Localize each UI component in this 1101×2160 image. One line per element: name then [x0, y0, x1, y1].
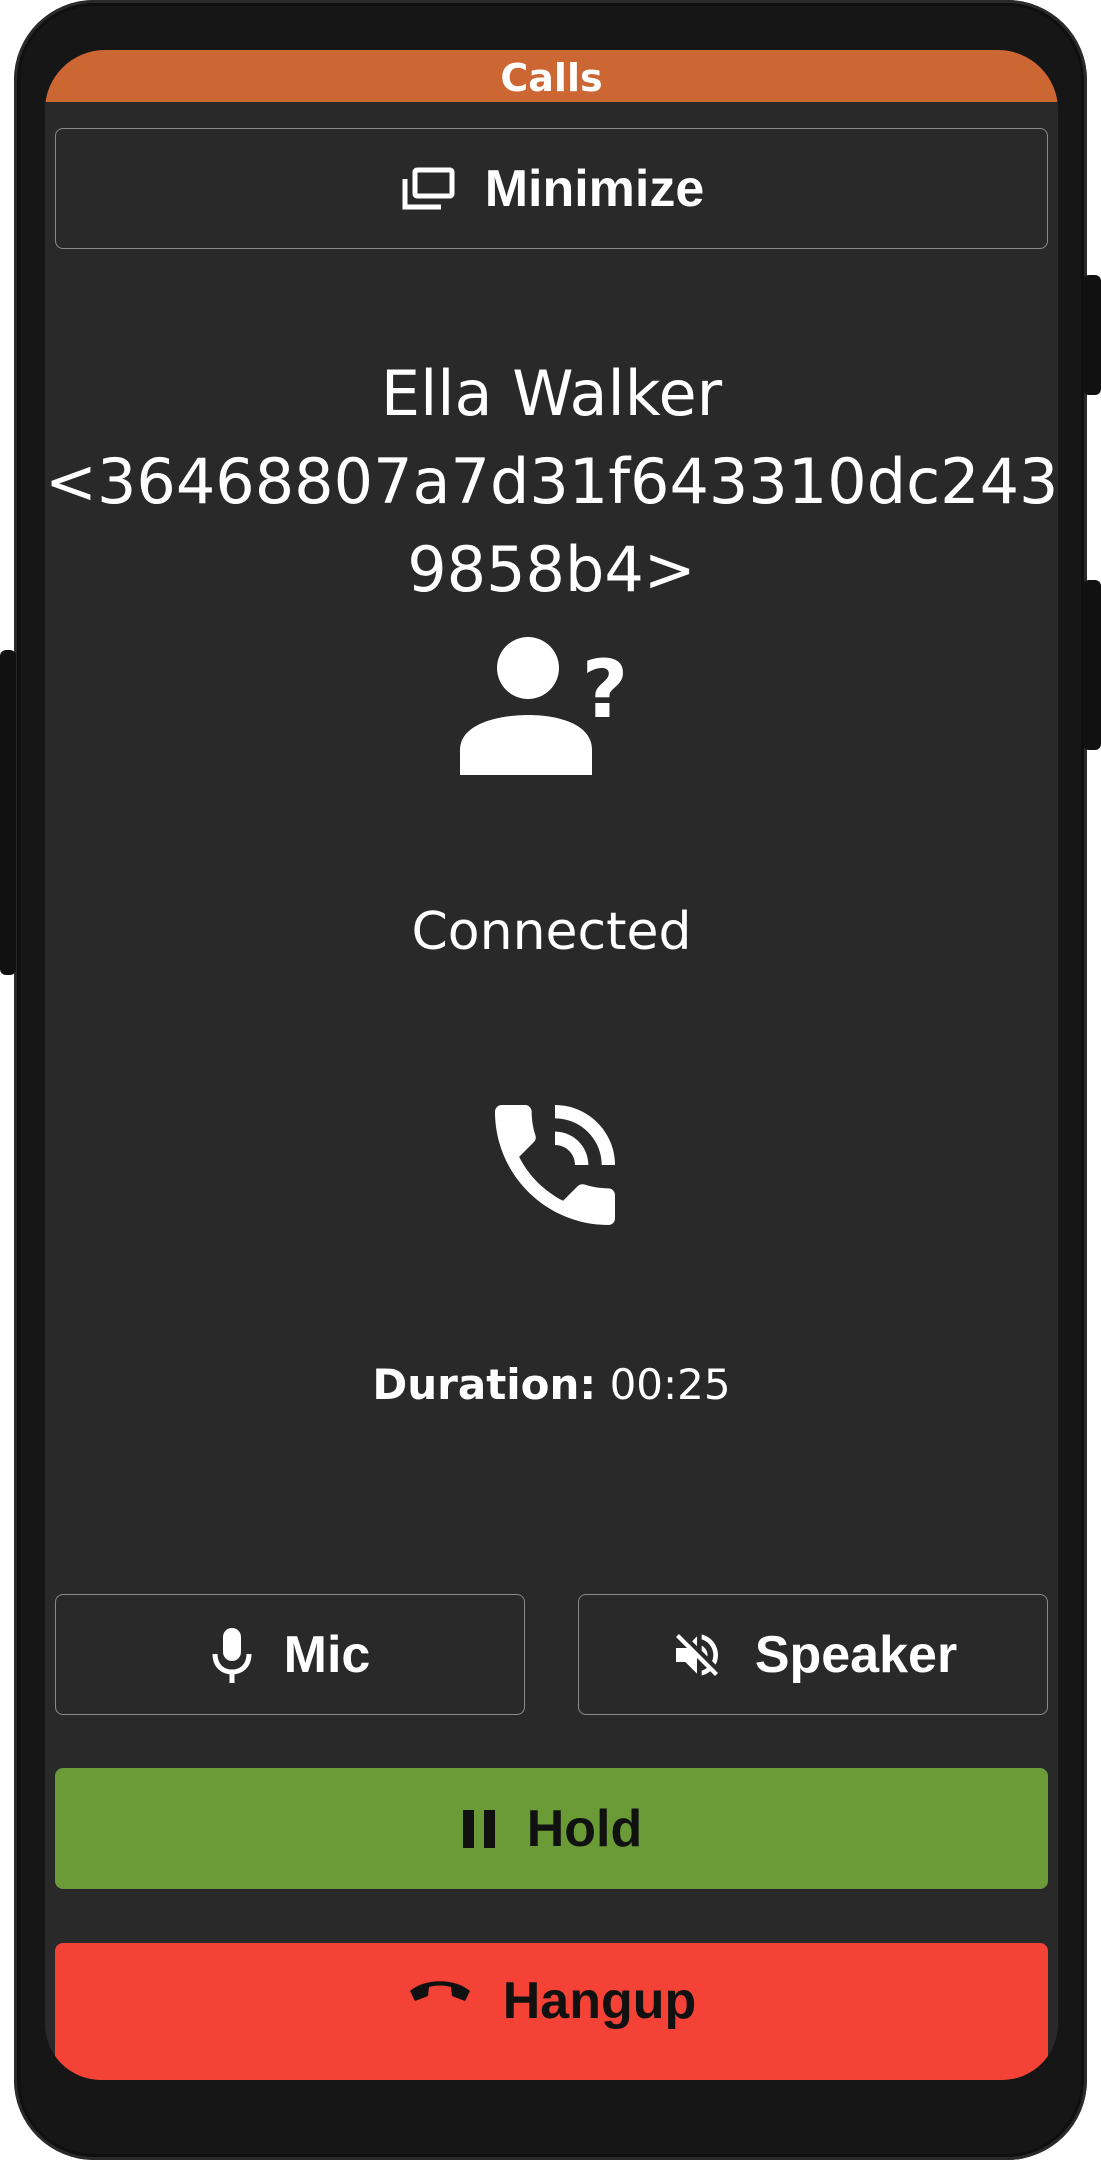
unknown-person-icon: ? [460, 635, 640, 779]
hangup-label: Hangup [502, 1972, 697, 2030]
hold-label: Hold [526, 1799, 643, 1858]
speaker-muted-icon [669, 1627, 725, 1683]
speaker-button[interactable]: Speaker [578, 1594, 1048, 1715]
duration-label: Duration: [372, 1360, 597, 1409]
mic-label: Mic [283, 1625, 371, 1684]
minimize-button[interactable]: Minimize [55, 128, 1048, 249]
speaker-label: Speaker [754, 1625, 958, 1684]
mic-button[interactable]: Mic [55, 1594, 525, 1715]
svg-text:?: ? [582, 643, 628, 736]
phone-in-talk-icon [475, 1085, 635, 1249]
contact-name: Ella Walker [380, 357, 723, 430]
minimize-label: Minimize [484, 159, 705, 218]
contact-address-line-2: 9858b4> [407, 533, 696, 606]
hold-button[interactable]: Hold [55, 1768, 1048, 1889]
power-button [1083, 275, 1101, 395]
header-title: Calls [45, 50, 1058, 102]
volume-button [0, 650, 16, 975]
call-duration: Duration: 00:25 [45, 1360, 1058, 1409]
call-screen: Calls Minimize Ella Walker <36468807a7d3… [45, 50, 1058, 2080]
contact-info: Ella Walker <36468807a7d31f643310dc2435 … [45, 350, 1058, 614]
microphone-icon [210, 1626, 254, 1684]
phone-hangup-icon [407, 1975, 473, 2005]
call-status: Connected [411, 902, 692, 962]
hangup-button[interactable]: Hangup [55, 1943, 1048, 2080]
duration-value: 00:25 [609, 1360, 731, 1409]
windows-stack-icon [399, 167, 455, 211]
contact-address-line-1: <36468807a7d31f643310dc2435 [45, 445, 1058, 518]
pause-icon [461, 1808, 497, 1850]
side-button [1083, 580, 1101, 750]
